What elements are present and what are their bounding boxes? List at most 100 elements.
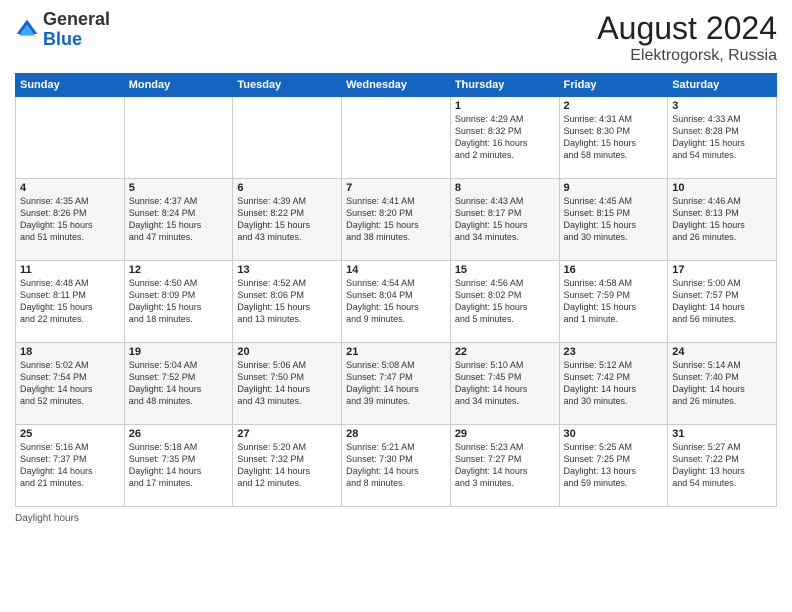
day-number: 31: [672, 428, 772, 440]
day-number: 11: [20, 264, 120, 276]
calendar-cell: 12Sunrise: 4:50 AM Sunset: 8:09 PM Dayli…: [124, 261, 233, 343]
day-header: Monday: [124, 74, 233, 97]
day-number: 27: [237, 428, 337, 440]
calendar-cell: 20Sunrise: 5:06 AM Sunset: 7:50 PM Dayli…: [233, 343, 342, 425]
day-number: 16: [564, 264, 664, 276]
location: Elektrogorsk, Russia: [597, 47, 777, 65]
day-header: Thursday: [450, 74, 559, 97]
day-info: Sunrise: 4:39 AM Sunset: 8:22 PM Dayligh…: [237, 195, 337, 244]
day-number: 19: [129, 346, 229, 358]
day-number: 1: [455, 100, 555, 112]
calendar-week-row: 11Sunrise: 4:48 AM Sunset: 8:11 PM Dayli…: [16, 261, 777, 343]
header-row: SundayMondayTuesdayWednesdayThursdayFrid…: [16, 74, 777, 97]
day-header: Tuesday: [233, 74, 342, 97]
day-number: 24: [672, 346, 772, 358]
calendar-cell: 10Sunrise: 4:46 AM Sunset: 8:13 PM Dayli…: [668, 179, 777, 261]
calendar-cell: 23Sunrise: 5:12 AM Sunset: 7:42 PM Dayli…: [559, 343, 668, 425]
logo-blue: Blue: [43, 29, 82, 49]
footer: Daylight hours: [15, 513, 777, 524]
day-info: Sunrise: 4:50 AM Sunset: 8:09 PM Dayligh…: [129, 277, 229, 326]
day-info: Sunrise: 5:14 AM Sunset: 7:40 PM Dayligh…: [672, 359, 772, 408]
day-number: 10: [672, 182, 772, 194]
calendar-cell: 2Sunrise: 4:31 AM Sunset: 8:30 PM Daylig…: [559, 97, 668, 179]
day-info: Sunrise: 4:37 AM Sunset: 8:24 PM Dayligh…: [129, 195, 229, 244]
header: General Blue August 2024 Elektrogorsk, R…: [15, 10, 777, 65]
calendar-week-row: 1Sunrise: 4:29 AM Sunset: 8:32 PM Daylig…: [16, 97, 777, 179]
day-number: 13: [237, 264, 337, 276]
day-number: 9: [564, 182, 664, 194]
day-number: 21: [346, 346, 446, 358]
day-info: Sunrise: 5:08 AM Sunset: 7:47 PM Dayligh…: [346, 359, 446, 408]
calendar-cell: 4Sunrise: 4:35 AM Sunset: 8:26 PM Daylig…: [16, 179, 125, 261]
day-number: 26: [129, 428, 229, 440]
calendar-cell: 27Sunrise: 5:20 AM Sunset: 7:32 PM Dayli…: [233, 425, 342, 507]
calendar-week-row: 25Sunrise: 5:16 AM Sunset: 7:37 PM Dayli…: [16, 425, 777, 507]
calendar-cell: 8Sunrise: 4:43 AM Sunset: 8:17 PM Daylig…: [450, 179, 559, 261]
daylight-label: Daylight hours: [15, 513, 79, 524]
day-header: Sunday: [16, 74, 125, 97]
day-info: Sunrise: 5:25 AM Sunset: 7:25 PM Dayligh…: [564, 441, 664, 490]
day-number: 2: [564, 100, 664, 112]
day-header: Wednesday: [342, 74, 451, 97]
day-number: 4: [20, 182, 120, 194]
calendar-week-row: 18Sunrise: 5:02 AM Sunset: 7:54 PM Dayli…: [16, 343, 777, 425]
day-info: Sunrise: 5:06 AM Sunset: 7:50 PM Dayligh…: [237, 359, 337, 408]
calendar-cell: 21Sunrise: 5:08 AM Sunset: 7:47 PM Dayli…: [342, 343, 451, 425]
calendar-cell: 31Sunrise: 5:27 AM Sunset: 7:22 PM Dayli…: [668, 425, 777, 507]
calendar-cell: 18Sunrise: 5:02 AM Sunset: 7:54 PM Dayli…: [16, 343, 125, 425]
calendar-cell: 6Sunrise: 4:39 AM Sunset: 8:22 PM Daylig…: [233, 179, 342, 261]
day-number: 7: [346, 182, 446, 194]
day-number: 25: [20, 428, 120, 440]
day-number: 5: [129, 182, 229, 194]
day-info: Sunrise: 4:33 AM Sunset: 8:28 PM Dayligh…: [672, 113, 772, 162]
day-info: Sunrise: 4:48 AM Sunset: 8:11 PM Dayligh…: [20, 277, 120, 326]
day-info: Sunrise: 4:54 AM Sunset: 8:04 PM Dayligh…: [346, 277, 446, 326]
day-number: 15: [455, 264, 555, 276]
day-info: Sunrise: 5:21 AM Sunset: 7:30 PM Dayligh…: [346, 441, 446, 490]
day-info: Sunrise: 5:18 AM Sunset: 7:35 PM Dayligh…: [129, 441, 229, 490]
day-info: Sunrise: 4:56 AM Sunset: 8:02 PM Dayligh…: [455, 277, 555, 326]
calendar-cell: 28Sunrise: 5:21 AM Sunset: 7:30 PM Dayli…: [342, 425, 451, 507]
calendar-cell: 19Sunrise: 5:04 AM Sunset: 7:52 PM Dayli…: [124, 343, 233, 425]
calendar-cell: [16, 97, 125, 179]
day-info: Sunrise: 5:00 AM Sunset: 7:57 PM Dayligh…: [672, 277, 772, 326]
day-number: 14: [346, 264, 446, 276]
calendar-cell: 14Sunrise: 4:54 AM Sunset: 8:04 PM Dayli…: [342, 261, 451, 343]
logo-general: General: [43, 9, 110, 29]
calendar-cell: 3Sunrise: 4:33 AM Sunset: 8:28 PM Daylig…: [668, 97, 777, 179]
calendar-cell: 15Sunrise: 4:56 AM Sunset: 8:02 PM Dayli…: [450, 261, 559, 343]
calendar-cell: 25Sunrise: 5:16 AM Sunset: 7:37 PM Dayli…: [16, 425, 125, 507]
day-info: Sunrise: 5:23 AM Sunset: 7:27 PM Dayligh…: [455, 441, 555, 490]
calendar-cell: 11Sunrise: 4:48 AM Sunset: 8:11 PM Dayli…: [16, 261, 125, 343]
day-number: 12: [129, 264, 229, 276]
day-number: 17: [672, 264, 772, 276]
day-number: 22: [455, 346, 555, 358]
day-number: 23: [564, 346, 664, 358]
calendar-cell: 7Sunrise: 4:41 AM Sunset: 8:20 PM Daylig…: [342, 179, 451, 261]
calendar-cell: [124, 97, 233, 179]
day-info: Sunrise: 5:27 AM Sunset: 7:22 PM Dayligh…: [672, 441, 772, 490]
day-info: Sunrise: 5:04 AM Sunset: 7:52 PM Dayligh…: [129, 359, 229, 408]
calendar-cell: 9Sunrise: 4:45 AM Sunset: 8:15 PM Daylig…: [559, 179, 668, 261]
day-info: Sunrise: 4:52 AM Sunset: 8:06 PM Dayligh…: [237, 277, 337, 326]
calendar-cell: [233, 97, 342, 179]
calendar-cell: 30Sunrise: 5:25 AM Sunset: 7:25 PM Dayli…: [559, 425, 668, 507]
calendar-cell: 26Sunrise: 5:18 AM Sunset: 7:35 PM Dayli…: [124, 425, 233, 507]
page: General Blue August 2024 Elektrogorsk, R…: [0, 0, 792, 612]
month-year: August 2024: [597, 10, 777, 47]
day-info: Sunrise: 5:20 AM Sunset: 7:32 PM Dayligh…: [237, 441, 337, 490]
logo-icon: [15, 18, 39, 42]
logo: General Blue: [15, 10, 110, 50]
calendar-cell: 29Sunrise: 5:23 AM Sunset: 7:27 PM Dayli…: [450, 425, 559, 507]
title-block: August 2024 Elektrogorsk, Russia: [597, 10, 777, 65]
day-info: Sunrise: 5:10 AM Sunset: 7:45 PM Dayligh…: [455, 359, 555, 408]
day-number: 18: [20, 346, 120, 358]
day-header: Friday: [559, 74, 668, 97]
calendar-cell: 22Sunrise: 5:10 AM Sunset: 7:45 PM Dayli…: [450, 343, 559, 425]
calendar-table: SundayMondayTuesdayWednesdayThursdayFrid…: [15, 73, 777, 507]
calendar-cell: 24Sunrise: 5:14 AM Sunset: 7:40 PM Dayli…: [668, 343, 777, 425]
day-number: 20: [237, 346, 337, 358]
day-number: 29: [455, 428, 555, 440]
day-info: Sunrise: 5:12 AM Sunset: 7:42 PM Dayligh…: [564, 359, 664, 408]
day-info: Sunrise: 4:58 AM Sunset: 7:59 PM Dayligh…: [564, 277, 664, 326]
